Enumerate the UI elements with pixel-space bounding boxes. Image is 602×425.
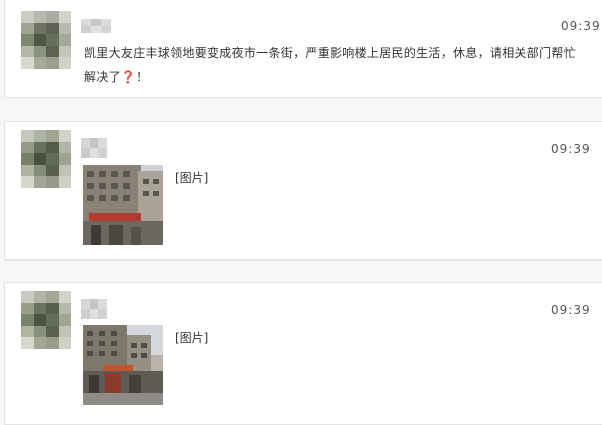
image-label: [图片]	[175, 171, 209, 185]
building-photo-thumbnail[interactable]	[83, 165, 163, 245]
message-text: 凯里大友庄丰球领地要变成夜市一条街，严重影响楼上居民的生活，休息，请相关部门帮忙…	[84, 41, 584, 89]
street-photo-thumbnail[interactable]	[83, 325, 163, 405]
avatar[interactable]	[21, 291, 71, 349]
red-question-mark-icon: ❓	[120, 70, 137, 84]
street-photo-image	[83, 325, 163, 405]
message-suffix: ！	[136, 70, 149, 84]
message-feed: 09:39 凯里大友庄丰球领地要变成夜市一条街，严重影响楼上居民的生活，休息，请…	[0, 0, 602, 425]
building-photo-image	[83, 165, 163, 245]
message-card: 09:39 [图片]	[4, 282, 602, 425]
message-card: 09:39 凯里大友庄丰球领地要变成夜市一条街，严重影响楼上居民的生活，休息，请…	[4, 0, 602, 98]
avatar[interactable]	[21, 11, 71, 69]
message-body: 凯里大友庄丰球领地要变成夜市一条街，严重影响楼上居民的生活，休息，请相关部门帮忙…	[84, 46, 577, 84]
message-time: 09:39	[551, 142, 591, 156]
message-time: 09:39	[551, 303, 591, 317]
avatar[interactable]	[21, 130, 71, 188]
card-divider	[5, 259, 602, 260]
username-blurred	[81, 299, 107, 319]
message-card: 09:39 [图片]	[4, 121, 602, 261]
image-label: [图片]	[175, 331, 209, 345]
username-blurred	[81, 138, 107, 158]
message-time: 09:39	[561, 19, 601, 33]
username-blurred	[81, 19, 111, 33]
